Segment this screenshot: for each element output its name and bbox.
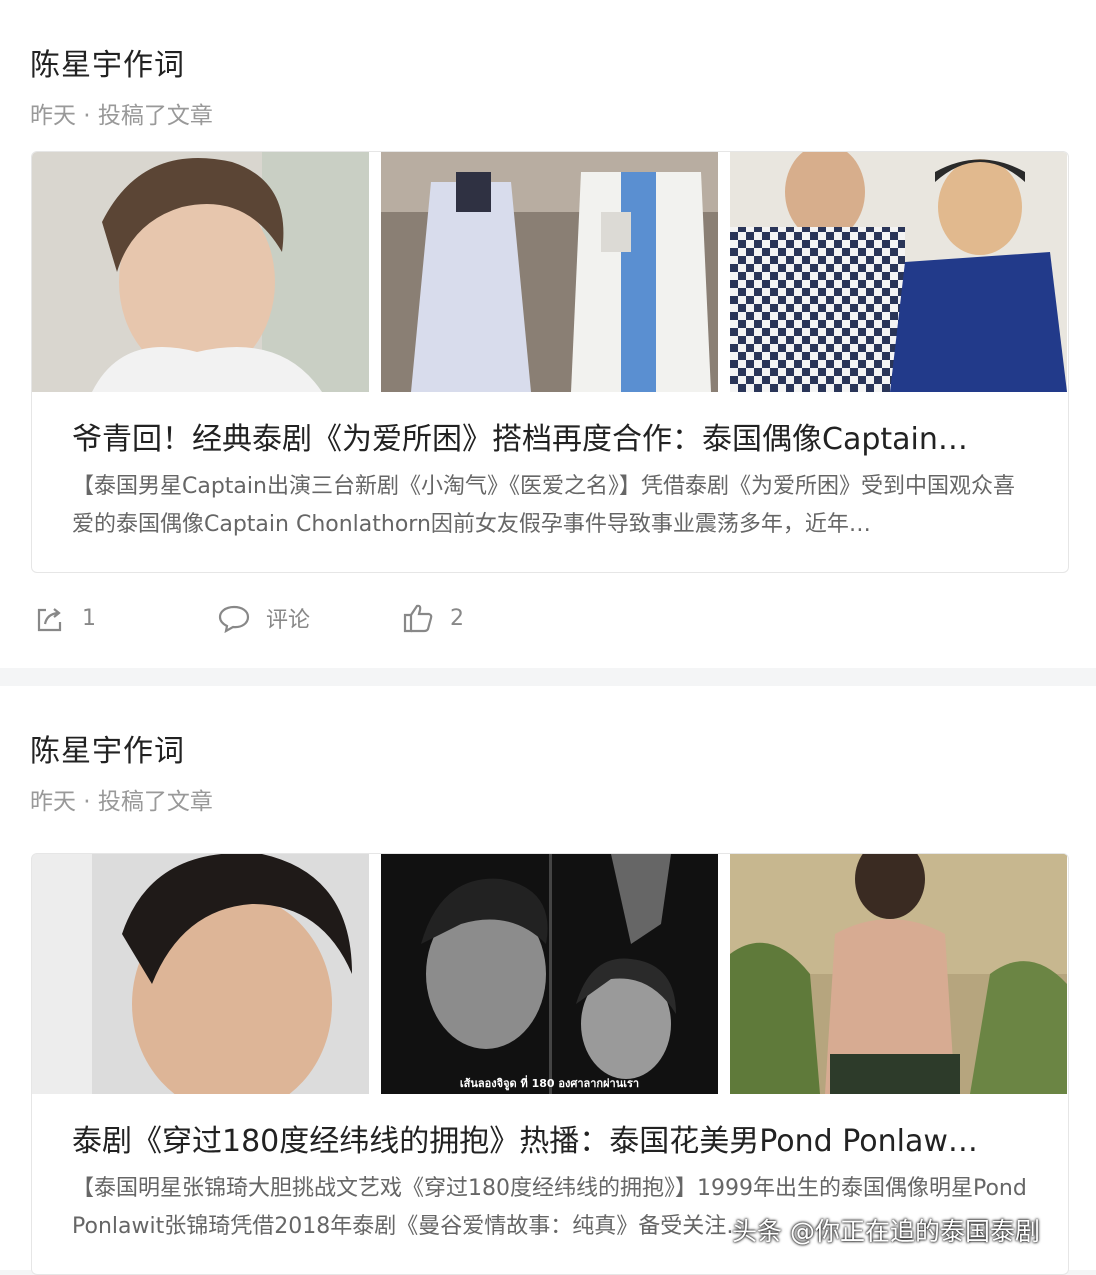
drama-poster: เส้นลองจิจูด ที่ 180 องศาลากผ่านเรา: [381, 854, 718, 1094]
action-bar: 1 评论 2: [0, 600, 600, 644]
portrait-closeup-photo: [32, 854, 369, 1094]
share-button[interactable]: 1: [32, 600, 96, 636]
thumbnail-row: เส้นลองจิจูด ที่ 180 องศาลากผ่านเรา: [32, 854, 1068, 1094]
comment-button[interactable]: 评论: [216, 600, 310, 636]
post-card-1: 陈星宇作词 昨天 · 投稿了文章 爷青回！经典泰剧《为爱所困》搭档再度合作：泰国…: [0, 0, 1096, 668]
share-icon: [37, 608, 62, 632]
author-name[interactable]: 陈星宇作词: [30, 726, 185, 770]
article-summary: 【泰国男星Captain出演三台新剧《小淘气》《医爱之名》】凭借泰剧《为爱所困》…: [72, 474, 1015, 537]
like-count: 2: [450, 605, 464, 631]
thumbnail-row: [32, 152, 1068, 392]
two-men-photo: [730, 152, 1067, 392]
article-card[interactable]: 爷青回！经典泰剧《为爱所困》搭档再度合作：泰国偶像Captain… 【泰国男星C…: [31, 151, 1069, 573]
comment-label: 评论: [266, 608, 311, 633]
article-title[interactable]: 泰剧《穿过180度经纬线的拥抱》热播：泰国花美男Pond Ponlaw…: [72, 1116, 1022, 1160]
like-button[interactable]: 2: [400, 600, 464, 636]
thumbs-up-icon: [403, 604, 433, 633]
portrait-photo: [32, 152, 369, 392]
author-name[interactable]: 陈星宇作词: [30, 40, 185, 84]
post-meta: 昨天 · 投稿了文章: [30, 789, 213, 815]
share-count: 1: [82, 605, 96, 631]
doctors-walking-photo: [381, 152, 718, 392]
post-meta: 昨天 · 投稿了文章: [30, 103, 213, 129]
article-title[interactable]: 爷青回！经典泰剧《为爱所困》搭档再度合作：泰国偶像Captain…: [72, 414, 1022, 458]
poster-caption: เส้นลองจิจูด ที่ 180 องศาลากผ่านเรา: [459, 1077, 640, 1090]
comment-icon: [218, 605, 250, 634]
toutiao-watermark: 头条 @你正在追的泰国泰剧: [732, 1217, 1040, 1246]
shirtless-man-photo: [730, 854, 1067, 1094]
post-card-2: 陈星宇作词 昨天 · 投稿了文章 เส้นลองจิจูด ที่ 180 อง…: [0, 686, 1096, 1275]
